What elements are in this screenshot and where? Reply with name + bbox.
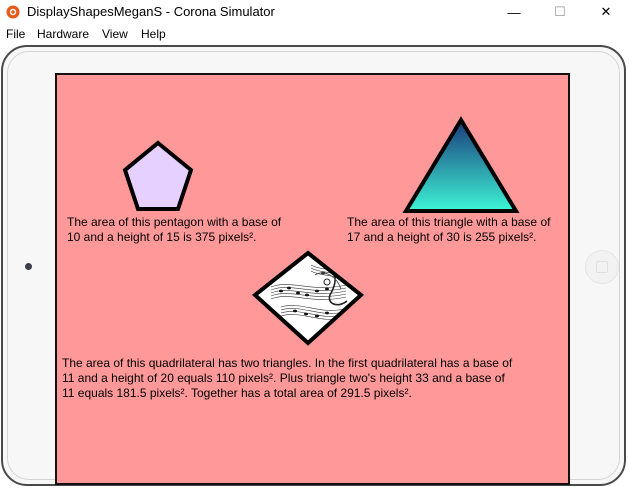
maximize-button[interactable]: ☐: [537, 0, 583, 24]
menu-bar: File Hardware View Help: [0, 24, 629, 44]
menu-help[interactable]: Help: [141, 27, 166, 41]
quadrilateral-caption: The area of this quadrilateral has two t…: [62, 356, 513, 400]
corona-app-icon: [6, 5, 20, 19]
home-button[interactable]: [585, 250, 619, 284]
triangle-caption: The area of this triangle with a base of…: [347, 215, 551, 244]
window-title: DisplayShapesMeganS - Corona Simulator: [27, 4, 275, 19]
menu-view[interactable]: View: [102, 27, 128, 41]
menu-file[interactable]: File: [6, 27, 25, 41]
menu-hardware[interactable]: Hardware: [37, 27, 89, 41]
pentagon-shape: [122, 140, 194, 211]
triangle-shape: [402, 116, 520, 213]
simulator-screen[interactable]: The area of this pentagon with a base of…: [55, 73, 570, 485]
minimize-button[interactable]: —: [491, 0, 537, 24]
close-button[interactable]: ✕: [583, 0, 629, 24]
camera-icon: [25, 263, 32, 270]
quadrilateral-shape: [251, 250, 365, 346]
pentagon-caption: The area of this pentagon with a base of…: [67, 215, 282, 244]
title-bar: DisplayShapesMeganS - Corona Simulator —…: [0, 0, 629, 24]
home-button-icon: [596, 261, 608, 273]
